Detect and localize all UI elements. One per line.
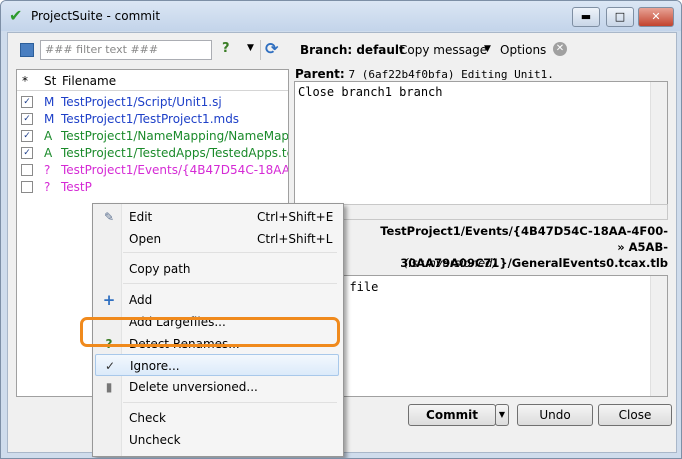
window-title: ProjectSuite - commit bbox=[31, 9, 161, 23]
menu-item-ignore[interactable]: ✓ Ignore... bbox=[95, 354, 339, 376]
menu-item-delete-unversioned[interactable]: ▮ Delete unversioned... bbox=[95, 376, 339, 398]
chevron-down-icon[interactable]: ▼ bbox=[247, 43, 254, 53]
menu-item-add[interactable]: + Add bbox=[95, 289, 339, 311]
parent-value: 7 (6af22b4f0bfa) Editing Unit1. bbox=[348, 68, 554, 81]
parent-info: Parent: 7 (6af22b4f0bfa) Editing Unit1. bbox=[295, 67, 554, 81]
branch-label: Branch: default bbox=[300, 43, 405, 57]
menu-item-copy-path[interactable]: Copy path bbox=[95, 258, 339, 280]
highlight-callout bbox=[80, 317, 340, 347]
commit-options-chevron-icon[interactable]: ▼ bbox=[495, 404, 509, 426]
menu-label: Open bbox=[129, 232, 162, 246]
file-list-header: * St Filename bbox=[17, 70, 288, 91]
table-row[interactable]: ✓ A TestProject1/NameMapping/NameMappin bbox=[17, 127, 288, 144]
toolbar: ### filter text ### ? ▼ ⟳ Branch: defaul… bbox=[8, 33, 676, 67]
row-status: A bbox=[44, 146, 53, 160]
row-checkbox[interactable]: ✓ bbox=[21, 113, 33, 125]
filename-column-header[interactable]: Filename bbox=[62, 74, 116, 88]
table-row[interactable]: ? TestProject1/Events/{4B47D54C-18AA-4F0… bbox=[17, 161, 288, 178]
row-status: M bbox=[44, 95, 55, 109]
plus-icon: + bbox=[102, 291, 116, 309]
row-filename: TestProject1/Script/Unit1.sj bbox=[61, 95, 222, 109]
table-row[interactable]: ✓ M TestProject1/Script/Unit1.sj bbox=[17, 93, 288, 110]
menu-label: Edit bbox=[129, 210, 153, 224]
row-checkbox[interactable]: ✓ bbox=[21, 96, 33, 108]
close-button[interactable]: Close bbox=[598, 404, 672, 426]
menu-separator bbox=[123, 283, 337, 284]
menu-shortcut: Ctrl+Shift+L bbox=[257, 232, 333, 246]
status-column-header[interactable]: St bbox=[44, 74, 56, 88]
commit-window: ✔ ProjectSuite - commit ▬ □ ✕ ### filter… bbox=[0, 0, 682, 459]
parent-label: Parent: bbox=[295, 67, 345, 81]
menu-item-uncheck[interactable]: Uncheck bbox=[95, 429, 339, 451]
undo-button[interactable]: Undo bbox=[517, 404, 593, 426]
copy-message-button[interactable]: Copy message bbox=[399, 43, 487, 57]
client-area: ### filter text ### ? ▼ ⟳ Branch: defaul… bbox=[7, 32, 677, 457]
row-checkbox[interactable]: ✓ bbox=[21, 130, 33, 142]
detect-renames-icon[interactable]: ? bbox=[222, 41, 230, 56]
commit-message-input[interactable]: Close branch1 branch bbox=[294, 81, 668, 205]
ignore-icon: ✓ bbox=[104, 359, 116, 373]
pencil-icon: ✎ bbox=[103, 210, 115, 224]
commit-message-text[interactable]: Close branch1 branch bbox=[298, 85, 443, 99]
menu-item-open[interactable]: Open Ctrl+Shift+L bbox=[95, 228, 339, 250]
row-checkbox[interactable]: ✓ bbox=[21, 147, 33, 159]
row-filename: TestProject1/TestedApps/TestedApps.tcTAs bbox=[61, 146, 289, 160]
menu-separator bbox=[123, 402, 337, 403]
diff-file-status: (is unversioned) bbox=[404, 256, 497, 270]
menu-label: Delete unversioned... bbox=[129, 380, 258, 394]
toggle-panel-icon[interactable] bbox=[20, 43, 34, 57]
row-status: A bbox=[44, 129, 53, 143]
minimize-button[interactable]: ▬ bbox=[572, 7, 600, 27]
row-status: ? bbox=[44, 163, 51, 177]
menu-item-check[interactable]: Check bbox=[95, 407, 339, 429]
horizontal-scrollbar[interactable] bbox=[294, 204, 668, 220]
menu-separator bbox=[123, 252, 337, 253]
close-window-button[interactable]: ✕ bbox=[638, 7, 674, 27]
diff-scrollbar[interactable] bbox=[650, 276, 667, 396]
row-filename: TestP bbox=[61, 180, 92, 194]
trash-icon: ▮ bbox=[105, 380, 113, 394]
row-status: ? bbox=[44, 180, 51, 194]
menu-label: Add bbox=[129, 293, 153, 307]
row-checkbox[interactable] bbox=[21, 181, 33, 193]
menu-label: Ignore... bbox=[130, 359, 180, 373]
toolbar-divider bbox=[260, 40, 261, 60]
menu-label: Check bbox=[129, 411, 166, 425]
chevron-down-icon[interactable]: ▼ bbox=[484, 44, 491, 54]
message-scrollbar[interactable] bbox=[650, 82, 667, 204]
row-filename: TestProject1/TestProject1.mds bbox=[61, 112, 240, 126]
row-checkbox[interactable] bbox=[21, 164, 33, 176]
diff-path-line1: TestProject1/Events/{4B47D54C-18AA-4F00- bbox=[380, 224, 668, 238]
options-button[interactable]: Options bbox=[500, 43, 546, 57]
filter-input[interactable]: ### filter text ### bbox=[40, 40, 212, 60]
refresh-icon[interactable]: ⟳ bbox=[265, 39, 278, 58]
row-status: M bbox=[44, 112, 55, 126]
table-row[interactable]: ✓ A TestProject1/TestedApps/TestedApps.t… bbox=[17, 144, 288, 161]
menu-label: Uncheck bbox=[129, 433, 181, 447]
close-icon[interactable]: ✕ bbox=[553, 42, 567, 56]
table-row[interactable]: ✓ M TestProject1/TestProject1.mds bbox=[17, 110, 288, 127]
table-row[interactable]: ? TestP bbox=[17, 178, 288, 195]
menu-item-edit[interactable]: ✎ Edit Ctrl+Shift+E bbox=[95, 206, 339, 228]
maximize-button[interactable]: □ bbox=[606, 7, 634, 27]
menu-label: Copy path bbox=[129, 262, 191, 276]
row-filename: TestProject1/Events/{4B47D54C-18AA-4F00 bbox=[61, 163, 289, 177]
checkmark-icon: ✔ bbox=[9, 6, 23, 25]
menu-shortcut: Ctrl+Shift+E bbox=[257, 210, 334, 224]
check-column-header[interactable]: * bbox=[22, 74, 28, 88]
row-filename: TestProject1/NameMapping/NameMappin bbox=[61, 129, 289, 143]
commit-button[interactable]: Commit bbox=[408, 404, 496, 426]
diff-view[interactable]: y file bbox=[294, 275, 668, 397]
title-bar[interactable]: ✔ ProjectSuite - commit ▬ □ ✕ bbox=[1, 1, 681, 31]
